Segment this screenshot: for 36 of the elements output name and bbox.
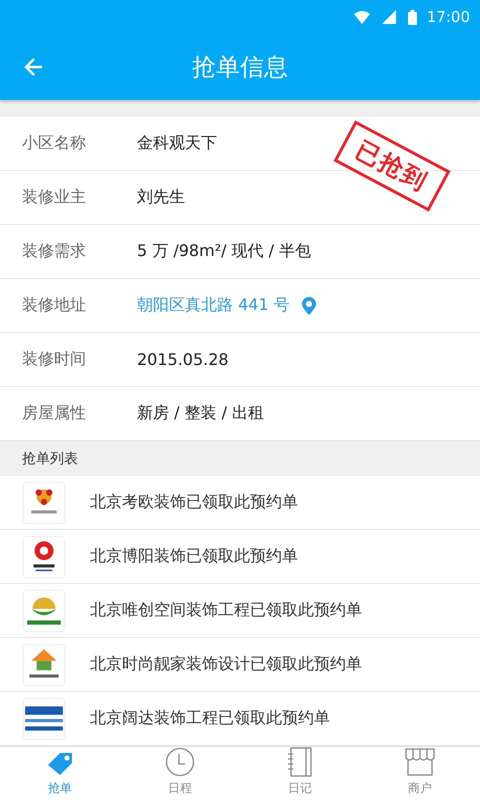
clock-time: 17:00 — [426, 8, 470, 26]
location-pin-icon[interactable] — [302, 296, 316, 314]
list-item-text[interactable]: 北京博阳装饰已领取此预约单 — [90, 546, 298, 567]
grabbed-stamp: 已抢到 — [334, 120, 450, 212]
notebook-icon — [287, 747, 313, 777]
list-item-text[interactable]: 北京唯创空间装饰工程已领取此预约单 — [90, 600, 362, 621]
tag-icon — [46, 751, 74, 777]
field-label: 小区名称 — [22, 133, 87, 154]
shop-icon — [404, 747, 436, 777]
field-label: 装修业主 — [22, 187, 87, 208]
field-value: 刘先生 — [137, 187, 185, 208]
company-logo-icon — [22, 590, 66, 632]
window-title: 抢单信息 — [192, 52, 288, 83]
nav-tab[interactable]: 商户 — [360, 747, 480, 800]
list-item-text[interactable]: 北京时尚靓家装饰设计已领取此预约单 — [90, 654, 362, 675]
field-label: 装修需求 — [22, 241, 87, 262]
company-logo-icon — [22, 536, 66, 578]
company-logo-icon — [22, 698, 66, 740]
field-value: 5 万 /98m²/ 现代 / 半包 — [137, 241, 312, 262]
section-title: 抢单列表 — [22, 450, 78, 468]
list-item-text[interactable]: 北京考欧装饰已领取此预约单 — [90, 492, 298, 513]
field-value: 新房 / 整装 / 出租 — [137, 403, 264, 424]
company-logo-icon — [22, 482, 66, 524]
field-label: 装修地址 — [22, 295, 87, 316]
nav-tab[interactable]: 日程 — [120, 747, 240, 800]
wifi-icon — [354, 10, 370, 24]
battery-icon — [408, 10, 417, 24]
clock-icon — [165, 747, 195, 777]
field-label: 房屋属性 — [22, 403, 87, 424]
list-item-text[interactable]: 北京阔达装饰工程已领取此预约单 — [90, 708, 330, 729]
nav-tab[interactable]: 日记 — [240, 747, 360, 800]
signal-icon — [382, 10, 396, 24]
field-value: 2015.05.28 — [137, 350, 229, 369]
field-value: 金科观天下 — [137, 133, 217, 154]
field-label: 装修时间 — [22, 349, 87, 370]
company-logo-icon — [22, 644, 66, 686]
